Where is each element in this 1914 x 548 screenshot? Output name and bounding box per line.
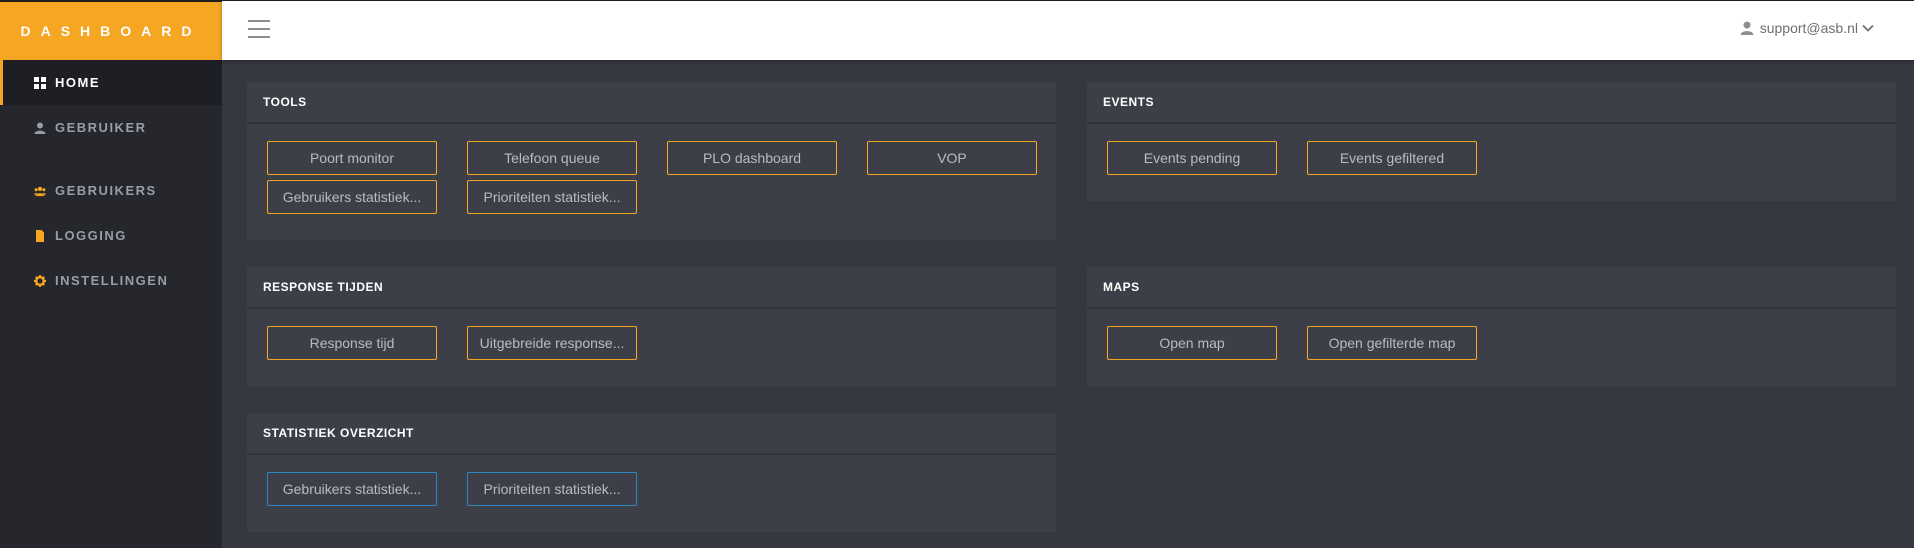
plo-dashboard-button[interactable]: PLO dashboard <box>667 141 837 175</box>
panel-title: MAPS <box>1087 267 1896 309</box>
user-menu[interactable]: support@asb.nl <box>1740 20 1880 36</box>
sidebar-item-label: GEBRUIKERS <box>55 183 157 198</box>
stats-gebruikers-statistiek-button[interactable]: Gebruikers statistiek... <box>267 472 437 506</box>
open-gefilterde-map-button[interactable]: Open gefilterde map <box>1307 326 1477 360</box>
nav-divider <box>0 150 222 168</box>
poort-monitor-button[interactable]: Poort monitor <box>267 141 437 175</box>
sidebar-item-gebruikers[interactable]: GEBRUIKERS <box>0 168 222 213</box>
statistiek-overzicht-panel: STATISTIEK OVERZICHT Gebruikers statisti… <box>247 413 1056 532</box>
panel-title: STATISTIEK OVERZICHT <box>247 413 1056 455</box>
panel-title: EVENTS <box>1087 82 1896 124</box>
events-panel: EVENTS Events pending Events gefiltered <box>1087 82 1896 201</box>
sidebar-item-logging[interactable]: LOGGING <box>0 213 222 258</box>
events-gefiltered-button[interactable]: Events gefiltered <box>1307 141 1477 175</box>
brand-title[interactable]: DASHBOARD <box>0 0 222 60</box>
menu-toggle-icon[interactable] <box>248 20 270 40</box>
user-icon <box>33 121 47 135</box>
sidebar-item-label: HOME <box>55 75 100 90</box>
sidebar-item-label: GEBRUIKER <box>55 120 147 135</box>
telefoon-queue-button[interactable]: Telefoon queue <box>467 141 637 175</box>
gebruikers-statistiek-button[interactable]: Gebruikers statistiek... <box>267 180 437 214</box>
uitgebreide-response-button[interactable]: Uitgebreide response... <box>467 326 637 360</box>
user-icon <box>1740 21 1754 35</box>
vop-button[interactable]: VOP <box>867 141 1037 175</box>
open-map-button[interactable]: Open map <box>1107 326 1277 360</box>
gear-icon <box>33 274 47 288</box>
users-icon <box>33 184 47 198</box>
maps-panel: MAPS Open map Open gefilterde map <box>1087 267 1896 386</box>
response-tijden-panel: RESPONSE TIJDEN Response tijd Uitgebreid… <box>247 267 1056 386</box>
file-icon <box>33 229 47 243</box>
topbar: support@asb.nl <box>222 0 1914 60</box>
sidebar-item-label: LOGGING <box>55 228 127 243</box>
stats-prioriteiten-statistiek-button[interactable]: Prioriteiten statistiek... <box>467 472 637 506</box>
events-pending-button[interactable]: Events pending <box>1107 141 1277 175</box>
sidebar-item-gebruiker[interactable]: GEBRUIKER <box>0 105 222 150</box>
sidebar-nav: HOME GEBRUIKER GEBRUIKERS LOGGING INSTEL… <box>0 60 222 303</box>
response-tijd-button[interactable]: Response tijd <box>267 326 437 360</box>
panel-title: TOOLS <box>247 82 1056 124</box>
tools-panel: TOOLS Poort monitor Telefoon queue PLO d… <box>247 82 1056 240</box>
sidebar-item-label: INSTELLINGEN <box>55 273 169 288</box>
sidebar: DASHBOARD HOME GEBRUIKER GEBRUIKERS LOGG… <box>0 0 222 548</box>
sidebar-item-home[interactable]: HOME <box>0 60 222 105</box>
user-email: support@asb.nl <box>1759 20 1858 36</box>
sidebar-item-instellingen[interactable]: INSTELLINGEN <box>0 258 222 303</box>
grid-icon <box>33 76 47 90</box>
prioriteiten-statistiek-button[interactable]: Prioriteiten statistiek... <box>467 180 637 214</box>
chevron-down-icon <box>1862 24 1874 32</box>
panel-title: RESPONSE TIJDEN <box>247 267 1056 309</box>
